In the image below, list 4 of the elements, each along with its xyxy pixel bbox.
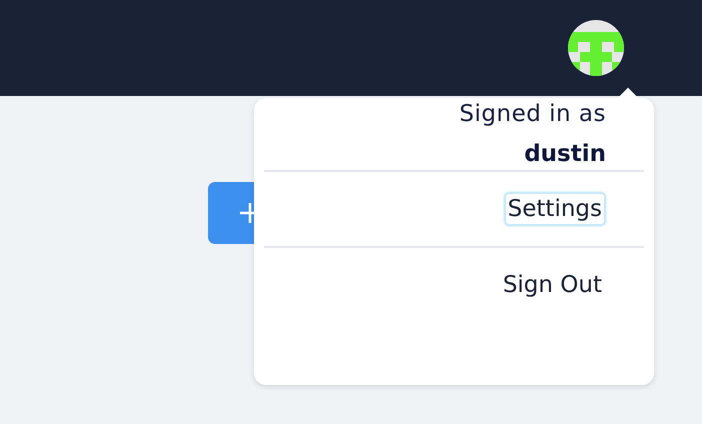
signed-in-label: Signed in as [459, 100, 606, 129]
username: dustin [524, 140, 606, 169]
menu-item[interactable]: Settings [504, 192, 606, 226]
menu-item[interactable]: Sign Out [498, 268, 606, 302]
